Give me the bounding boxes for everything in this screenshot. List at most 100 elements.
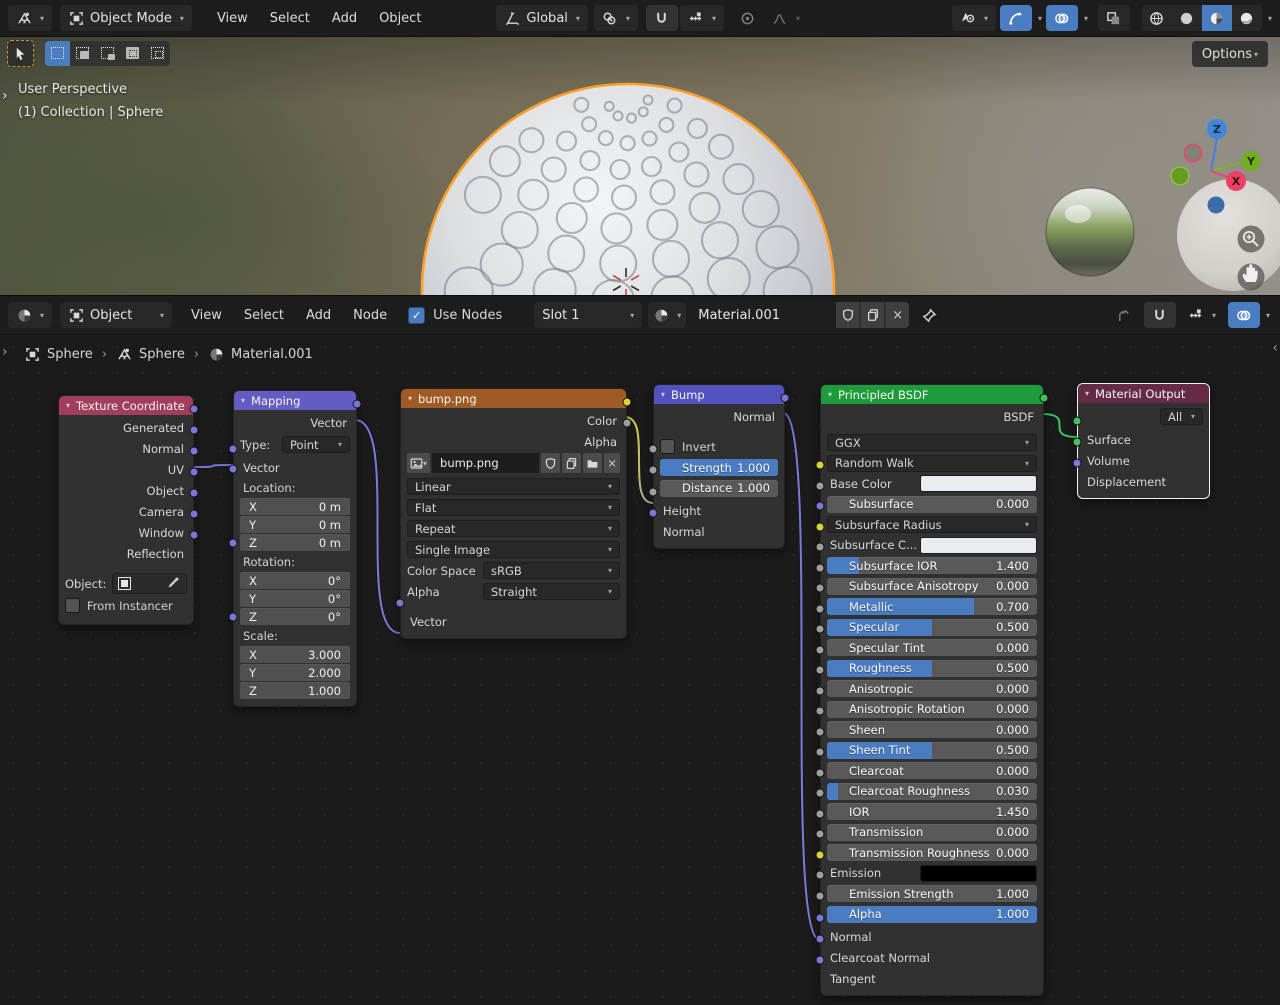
shading-wireframe-button[interactable] [1142, 5, 1172, 31]
snap-toggle[interactable] [646, 5, 678, 31]
field-y[interactable]: Y2.000 [240, 664, 350, 681]
proportional-editing-toggle[interactable] [732, 5, 764, 31]
3d-viewport[interactable]: Options ▾ User Perspective (1) Collectio… [0, 36, 1280, 295]
xray-toggle[interactable] [1098, 5, 1130, 31]
dropdown-ggx[interactable]: GGX▾ [827, 434, 1037, 451]
show-overlays-toggle[interactable] [1046, 5, 1078, 31]
proportional-falloff-dropdown[interactable]: ▾ [764, 5, 808, 31]
dropdown-linear[interactable]: Linear▾ [407, 478, 620, 495]
field-z[interactable]: Z0° [240, 608, 350, 625]
object-visibility-dropdown[interactable]: ▾ [952, 5, 996, 31]
menu-add[interactable]: Add [321, 5, 368, 31]
slider-sheen-tint[interactable]: Sheen Tint0.500 [827, 742, 1037, 759]
checkbox-invert[interactable] [660, 439, 675, 454]
dropdown-straight[interactable]: Straight▾ [483, 583, 620, 600]
input-socket-location[interactable] [229, 465, 238, 474]
slider-roughness[interactable]: Roughness0.500 [827, 660, 1037, 677]
use-nodes-checkbox[interactable]: ✓ [408, 307, 425, 324]
dropdown-random-walk[interactable]: Random Walk▾ [827, 455, 1037, 472]
slider-subsurface-ior[interactable]: Subsurface IOR1.400 [827, 557, 1037, 574]
input-socket-clearcoat-roughness[interactable] [816, 768, 825, 777]
field-z[interactable]: Z1.000 [240, 682, 350, 699]
slider-anisotropic-rotation[interactable]: Anisotropic Rotation0.000 [827, 701, 1037, 718]
input-socket-roughness[interactable] [816, 645, 825, 654]
input-socket-surface[interactable] [1073, 416, 1082, 425]
toolbar-expand-arrow[interactable]: › [2, 88, 8, 104]
input-socket-subsurface-c[interactable] [816, 522, 825, 531]
input-socket-scale[interactable] [229, 613, 238, 622]
shader-node-editor[interactable]: › ‹ Sphere›Sphere›Material.001 ▾Texture … [0, 334, 1280, 1005]
checkbox-from-instancer[interactable] [65, 598, 80, 613]
node-mapping[interactable]: ▾MappingVectorType:Point▾VectorLocation:… [233, 390, 357, 707]
node-snap-toggle[interactable] [1144, 302, 1176, 328]
input-socket-sheen-tint[interactable] [816, 727, 825, 736]
new-material-copy-button[interactable] [861, 302, 884, 328]
node-image-texture[interactable]: ▾bump.pngColorAlpha▾bump.png×Linear▾Flat… [400, 388, 627, 639]
dropdown-srgb[interactable]: sRGB▾ [483, 562, 620, 579]
show-gizmos-toggle[interactable] [1000, 5, 1032, 31]
material-browse-dropdown[interactable]: ▾ [648, 302, 686, 328]
dropdown-point[interactable]: Point▾ [282, 436, 350, 453]
slider-distance[interactable]: Distance1.000 [660, 480, 778, 497]
unlink-image-button[interactable]: × [604, 453, 620, 473]
collapse-chevron-icon[interactable]: ▾ [661, 390, 665, 399]
collapse-chevron-icon[interactable]: ▾ [828, 390, 832, 399]
slider-clearcoat-roughness[interactable]: Clearcoat Roughness0.030 [827, 783, 1037, 800]
input-socket-ior[interactable] [816, 788, 825, 797]
output-socket-vector[interactable] [353, 399, 362, 408]
overlays-dropdown[interactable]: ▾ [1084, 14, 1088, 23]
dropdown-subsurface-radius[interactable]: Subsurface Radius▾ [827, 516, 1037, 533]
breadcrumb-item-material.001[interactable]: Material.001 [208, 346, 313, 362]
field-x[interactable]: X0° [240, 572, 350, 589]
copy-image-button[interactable] [562, 453, 581, 473]
eyedropper-icon[interactable] [167, 576, 181, 592]
slider-specular[interactable]: Specular0.500 [827, 619, 1037, 636]
image-name[interactable]: bump.png [432, 453, 539, 473]
menu-view[interactable]: View [206, 5, 259, 31]
slider-transmission-roughness[interactable]: Transmission Roughness0.000 [827, 844, 1037, 861]
input-socket-transmission[interactable] [816, 809, 825, 818]
select-extend-button[interactable] [70, 41, 95, 66]
menu-object[interactable]: Object [368, 5, 432, 31]
slider-clearcoat[interactable]: Clearcoat0.000 [827, 762, 1037, 779]
slider-anisotropic[interactable]: Anisotropic0.000 [827, 680, 1037, 697]
select-tool-button[interactable] [7, 40, 34, 67]
node-snap-settings-dropdown[interactable]: ▾ [1180, 302, 1224, 328]
navigation-gizmo[interactable]: Z Y X [1148, 74, 1280, 295]
fake-user-shield-button[interactable] [541, 453, 560, 473]
input-socket-clearcoat[interactable] [816, 747, 825, 756]
axis-neg-y-ball[interactable] [1171, 167, 1189, 185]
material-name-field[interactable]: Material.001 [688, 302, 836, 328]
shader-editor-type-selector[interactable]: ▾ [8, 302, 52, 328]
gizmos-dropdown[interactable]: ▾ [1038, 14, 1042, 23]
go-to-parent-node-button[interactable] [1108, 302, 1140, 328]
field-y[interactable]: Y0 m [240, 516, 350, 533]
input-socket-height[interactable] [649, 487, 658, 496]
input-socket-alpha[interactable] [816, 891, 825, 900]
axis-neg-x-ball[interactable] [1185, 145, 1202, 162]
output-socket-object[interactable] [190, 467, 199, 476]
transform-orientation-dropdown[interactable]: Global ▾ [496, 5, 588, 31]
output-socket-window[interactable] [190, 509, 199, 518]
shading-material-button[interactable] [1202, 5, 1232, 31]
input-socket-tangent[interactable] [816, 955, 825, 964]
input-socket-normal[interactable] [816, 913, 825, 922]
node-principled-bsdf[interactable]: ▾Principled BSDFBSDFGGX▾Random Walk▾Base… [820, 384, 1044, 996]
output-socket-bsdf[interactable] [1040, 393, 1049, 402]
breadcrumb-item-sphere[interactable]: Sphere [24, 346, 93, 362]
fake-user-shield-button[interactable] [836, 302, 859, 328]
input-socket-distance[interactable] [649, 465, 658, 474]
input-socket-subsurface-anisotropy[interactable] [816, 563, 825, 572]
collapse-chevron-icon[interactable]: ▾ [408, 394, 412, 403]
open-image-button[interactable] [583, 453, 602, 473]
zoom-button[interactable] [1238, 226, 1265, 253]
input-socket-subsurface-ior[interactable] [816, 542, 825, 551]
shading-dropdown[interactable]: ▾ [1268, 14, 1272, 23]
slider-sheen[interactable]: Sheen0.000 [827, 721, 1037, 738]
input-socket-volume[interactable] [1073, 437, 1082, 446]
pivot-point-dropdown[interactable]: ▾ [594, 5, 638, 31]
slider-emission-strength[interactable]: Emission Strength1.000 [827, 885, 1037, 902]
slider-metallic[interactable]: Metallic0.700 [827, 598, 1037, 615]
options-dropdown[interactable]: Options ▾ [1192, 41, 1268, 67]
slider-subsurface[interactable]: Subsurface0.000 [827, 496, 1037, 513]
